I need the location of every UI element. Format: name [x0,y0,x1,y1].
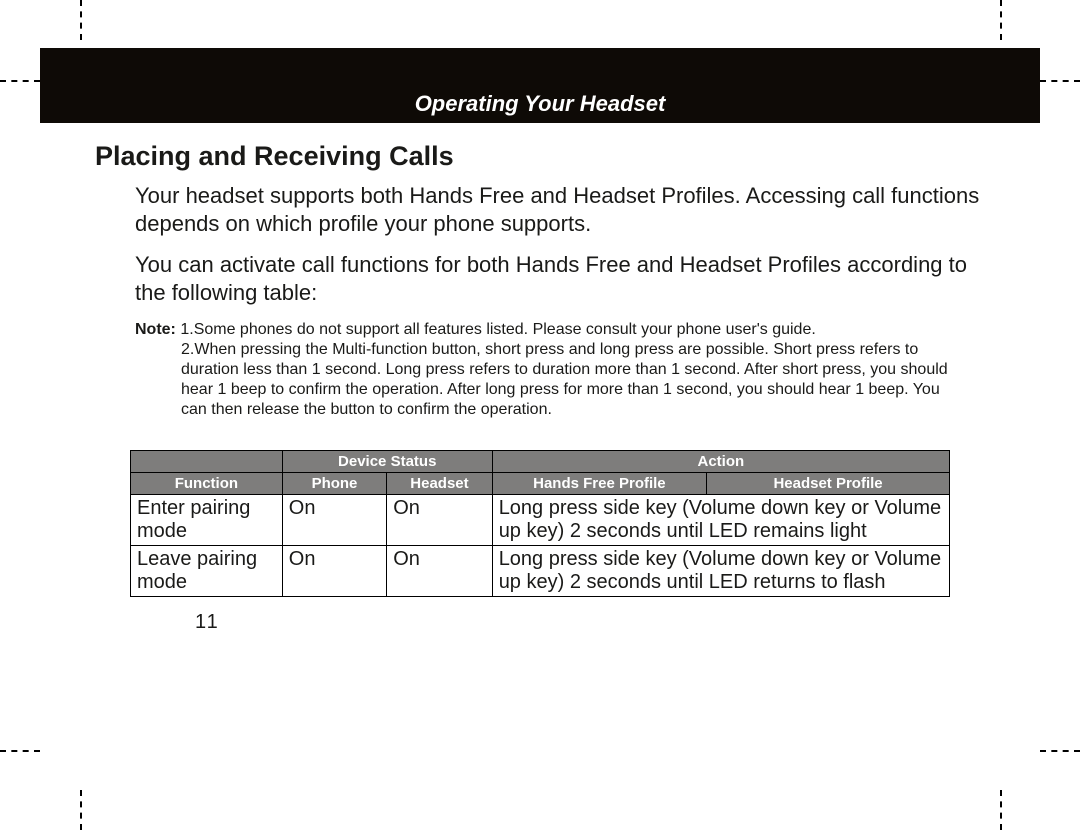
note-label: Note: [135,321,176,338]
header-device-status: Device Status [282,451,492,473]
header-headset: Headset [387,473,492,495]
intro-paragraph-2: You can activate call functions for both… [135,251,985,306]
cell-headset: On [387,495,492,546]
table-row: Enter pairing mode On On Long press side… [131,495,950,546]
cell-function: Leave pairing mode [131,546,283,597]
header-phone: Phone [282,473,386,495]
note-block: Note: 1.Some phones do not support all f… [135,320,985,420]
intro-paragraph-1: Your headset supports both Hands Free an… [135,182,985,237]
section-title: Placing and Receiving Calls [95,141,985,172]
header-blank [131,451,283,473]
header-hands-free-profile: Hands Free Profile [492,473,706,495]
note-item-2: 2.When pressing the Multi-function butto… [181,340,961,420]
cell-headset: On [387,546,492,597]
table-header-row-2: Function Phone Headset Hands Free Profil… [131,473,950,495]
cell-function: Enter pairing mode [131,495,283,546]
header-action: Action [492,451,949,473]
header-function: Function [131,473,283,495]
page-number: 11 [195,611,985,634]
cell-phone: On [282,495,386,546]
cell-action: Long press side key (Volume down key or … [492,495,949,546]
page-content: Placing and Receiving Calls Your headset… [40,123,1040,634]
cell-action: Long press side key (Volume down key or … [492,546,949,597]
banner: Operating Your Headset [40,48,1040,123]
table-header-row-1: Device Status Action [131,451,950,473]
cell-phone: On [282,546,386,597]
function-table: Device Status Action Function Phone Head… [130,450,950,597]
note-item-1: 1.Some phones do not support all feature… [180,321,815,338]
table-row: Leave pairing mode On On Long press side… [131,546,950,597]
manual-page: Operating Your Headset Placing and Recei… [40,48,1040,634]
header-headset-profile: Headset Profile [707,473,950,495]
banner-title: Operating Your Headset [40,91,1040,117]
